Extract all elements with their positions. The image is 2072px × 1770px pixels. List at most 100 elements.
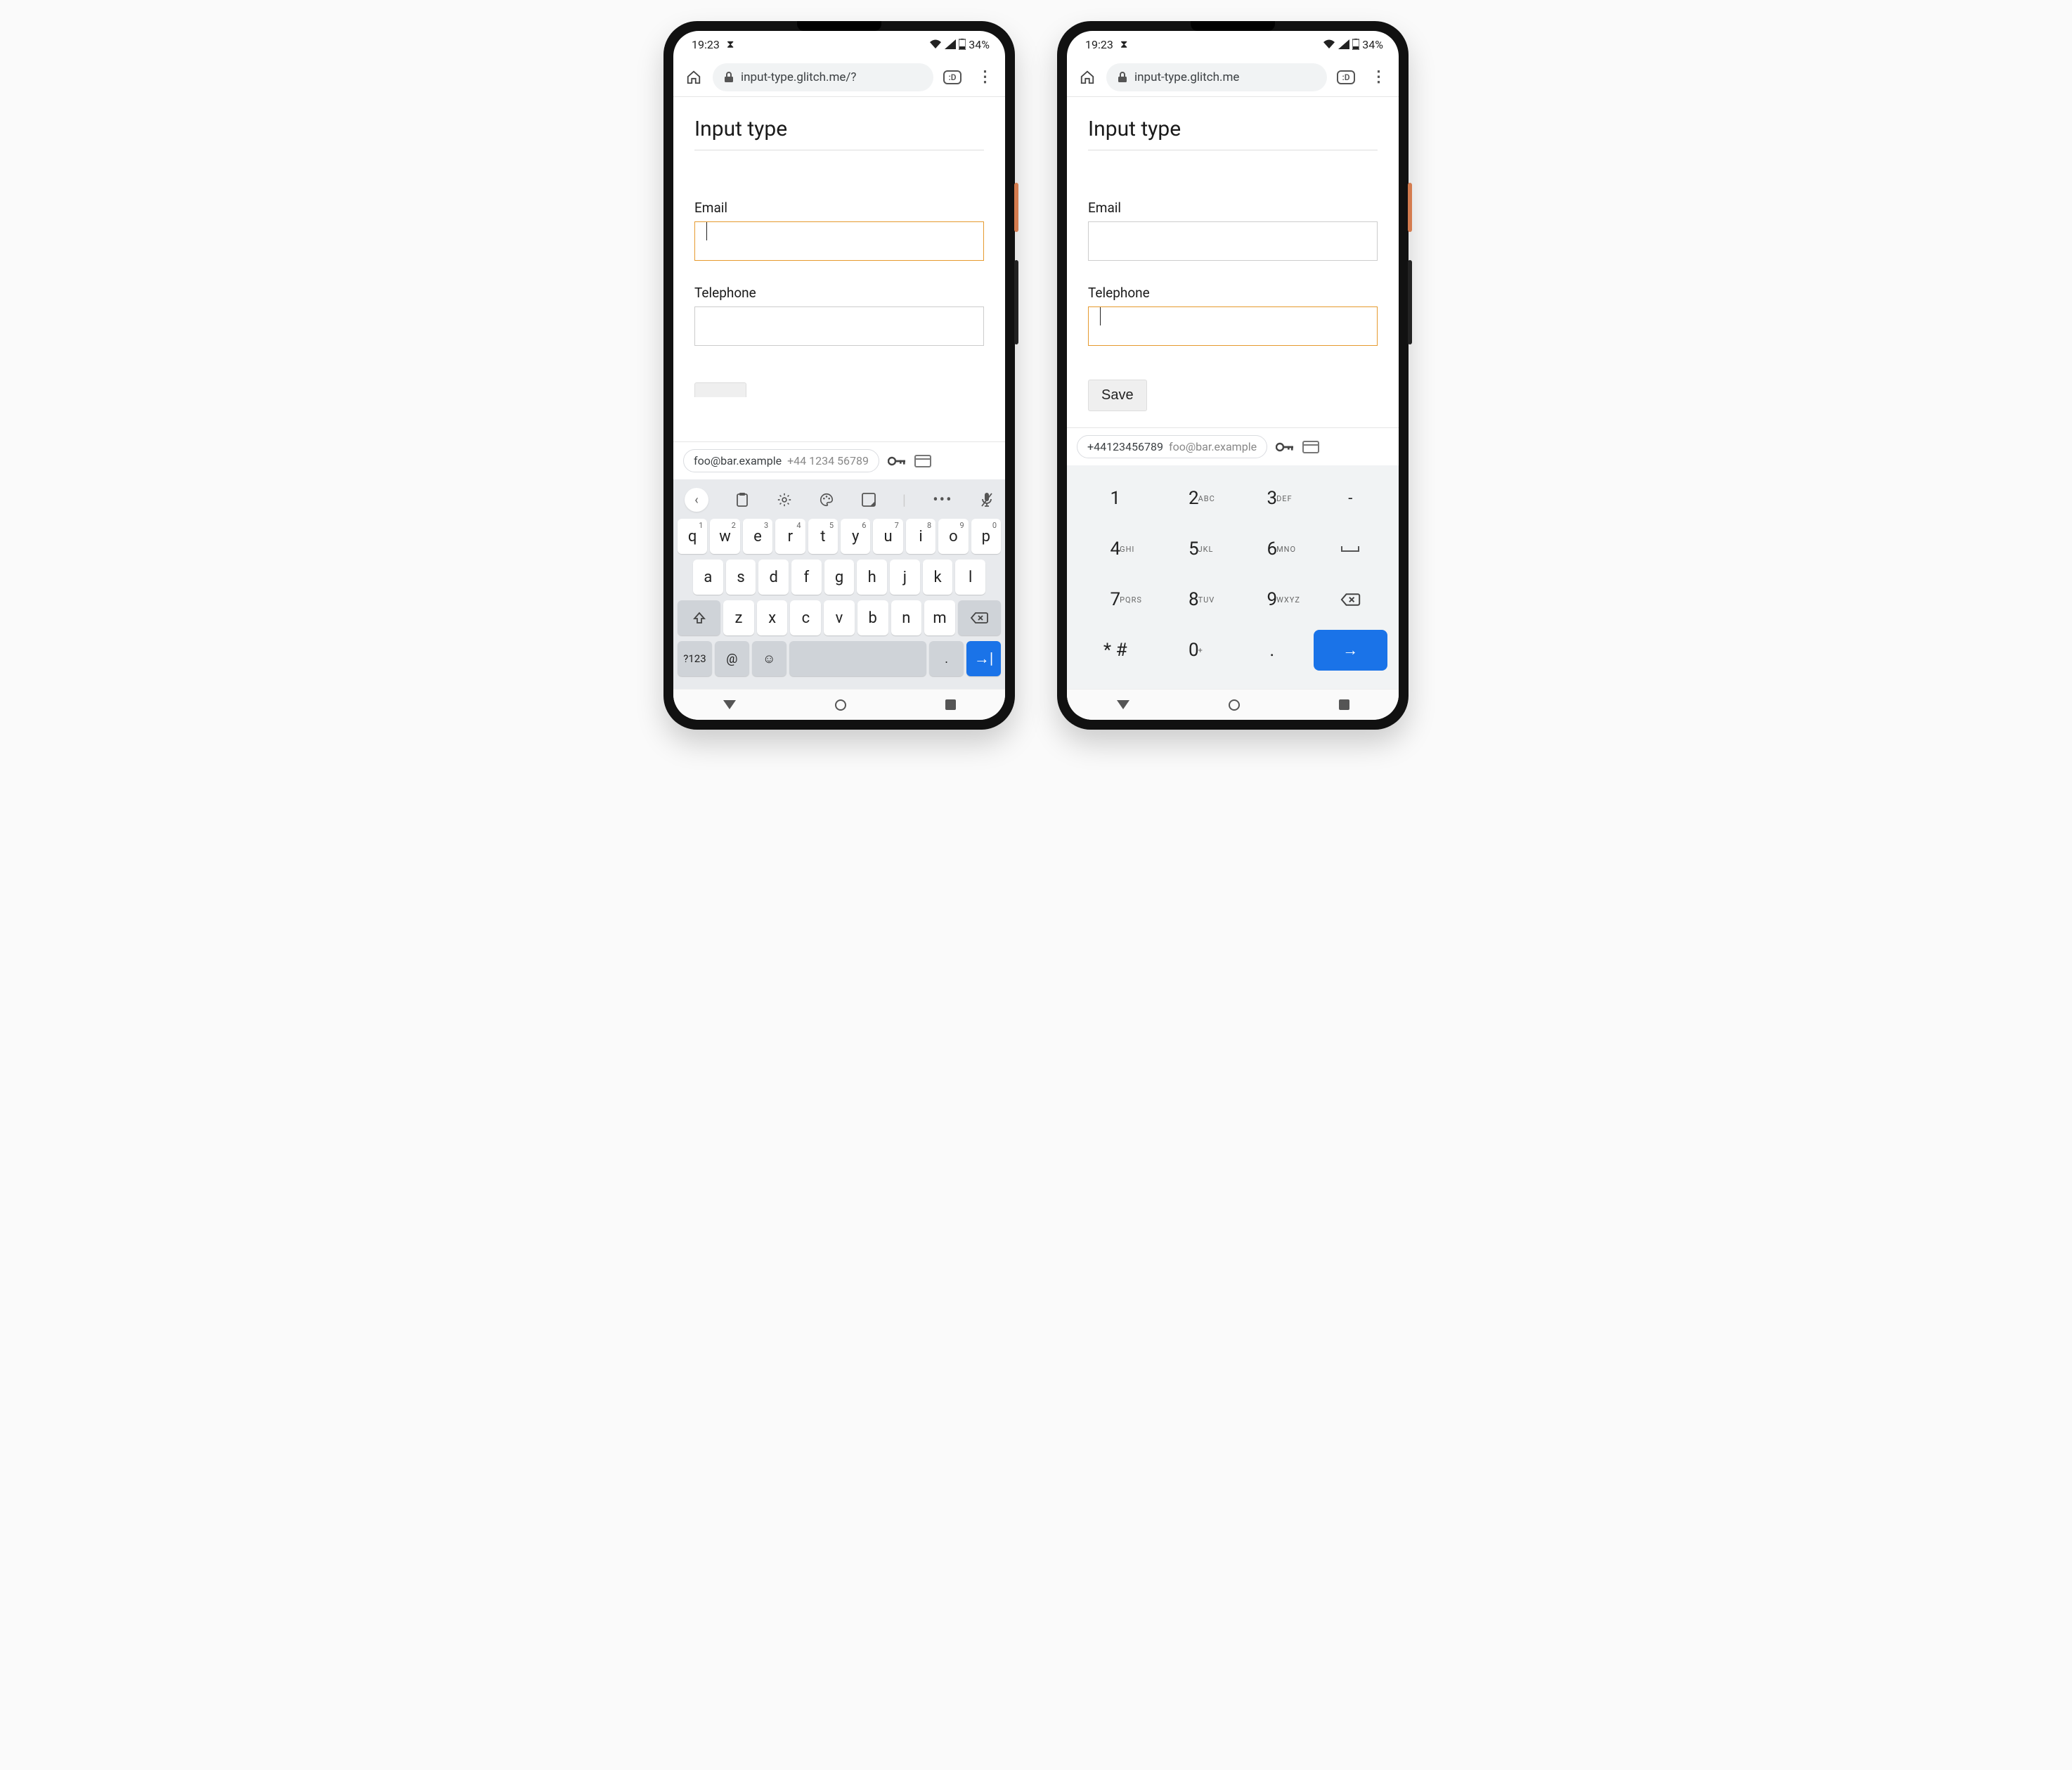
- email-input[interactable]: [1088, 221, 1378, 261]
- backspace-key[interactable]: [1314, 579, 1388, 620]
- letter-key[interactable]: f: [791, 560, 822, 595]
- enter-key[interactable]: →|: [966, 641, 1001, 676]
- nav-recents-icon[interactable]: [1339, 699, 1349, 710]
- letter-key[interactable]: n: [891, 600, 922, 635]
- nav-home-icon[interactable]: [1229, 699, 1240, 711]
- power-button: [1014, 183, 1018, 232]
- payment-card-icon[interactable]: [914, 455, 931, 467]
- enter-key[interactable]: →: [1314, 630, 1388, 671]
- autofill-suggestion[interactable]: +44123456789 foo@bar.example: [1077, 435, 1267, 458]
- letter-key[interactable]: a: [693, 560, 723, 595]
- letter-key[interactable]: o9: [938, 519, 968, 554]
- dialpad-row: 4GHI5JKL6MNO: [1078, 529, 1387, 569]
- android-navbar: [673, 689, 1005, 720]
- digit-key[interactable]: 2ABC: [1157, 478, 1231, 519]
- url-text: input-type.glitch.me: [1134, 70, 1239, 84]
- palette-icon[interactable]: [819, 492, 834, 508]
- keyboard-row-2: asdfghjkl: [678, 560, 1001, 595]
- letter-key[interactable]: v: [824, 600, 855, 635]
- letter-key[interactable]: i8: [906, 519, 935, 554]
- url-bar[interactable]: input-type.glitch.me/?: [713, 63, 933, 91]
- letter-key[interactable]: k: [923, 560, 953, 595]
- letter-key[interactable]: m: [924, 600, 955, 635]
- dialpad-row: 12ABC3DEF-: [1078, 478, 1387, 519]
- digit-key[interactable]: * #: [1078, 630, 1153, 671]
- clipboard-icon[interactable]: [735, 492, 749, 508]
- phone-mockup-left: 19:23 ⧗ 34%: [663, 21, 1015, 730]
- space-key[interactable]: [1314, 529, 1388, 569]
- letter-key[interactable]: y6: [841, 519, 870, 554]
- screen: 19:23 ⧗ 34% input-type.glitch.me :D ⋮ In…: [1067, 31, 1399, 720]
- letter-key[interactable]: h: [857, 560, 887, 595]
- digit-key[interactable]: 4GHI: [1078, 529, 1153, 569]
- keyboard-back-icon[interactable]: ‹: [685, 488, 708, 512]
- letter-key[interactable]: l: [955, 560, 985, 595]
- volume-button: [1408, 260, 1412, 344]
- url-bar[interactable]: input-type.glitch.me: [1106, 63, 1327, 91]
- clock: 19:23: [1085, 38, 1113, 51]
- nav-back-icon[interactable]: [1117, 700, 1129, 709]
- autofill-suggestion[interactable]: foo@bar.example +44 1234 56789: [683, 449, 879, 472]
- more-menu-button[interactable]: ⋮: [971, 64, 998, 91]
- letter-key[interactable]: e3: [743, 519, 772, 554]
- nav-recents-icon[interactable]: [945, 699, 956, 710]
- battery-percent: 34%: [1362, 38, 1383, 51]
- hourglass-icon: ⧗: [727, 38, 734, 51]
- keyboard-more-icon[interactable]: •••: [933, 491, 952, 509]
- telephone-input[interactable]: [694, 306, 984, 346]
- page-content: Input type Email Telephone: [673, 97, 1005, 441]
- letter-key[interactable]: c: [790, 600, 821, 635]
- backspace-key[interactable]: [958, 600, 1001, 635]
- digit-key[interactable]: 7PQRS: [1078, 579, 1153, 620]
- digit-key[interactable]: 8TUV: [1157, 579, 1231, 620]
- letter-key[interactable]: g: [824, 560, 855, 595]
- letter-key[interactable]: s: [726, 560, 756, 595]
- more-menu-button[interactable]: ⋮: [1365, 64, 1392, 91]
- digit-key[interactable]: 5JKL: [1157, 529, 1231, 569]
- letter-key[interactable]: u7: [873, 519, 902, 554]
- email-input[interactable]: [694, 221, 984, 261]
- letter-key[interactable]: b: [857, 600, 888, 635]
- telephone-input[interactable]: [1088, 306, 1378, 346]
- nav-back-icon[interactable]: [723, 700, 736, 709]
- digit-key[interactable]: 9WXYZ: [1235, 579, 1309, 620]
- password-key-icon[interactable]: [1276, 441, 1294, 453]
- shift-key[interactable]: [678, 600, 720, 635]
- home-icon[interactable]: [680, 64, 707, 91]
- space-key[interactable]: [789, 641, 927, 676]
- symbols-key[interactable]: ?123: [678, 641, 712, 676]
- email-field-group: Email: [694, 200, 984, 261]
- payment-card-icon[interactable]: [1302, 441, 1319, 453]
- page-content: Input type Email Telephone Save: [1067, 97, 1399, 427]
- letter-key[interactable]: p0: [971, 519, 1001, 554]
- digit-key[interactable]: -: [1314, 478, 1388, 519]
- digit-key[interactable]: 1: [1078, 478, 1153, 519]
- gear-icon[interactable]: [777, 492, 792, 508]
- letter-key[interactable]: j: [890, 560, 920, 595]
- save-button[interactable]: [694, 382, 746, 397]
- emoji-key[interactable]: ☺: [752, 641, 786, 676]
- period-key[interactable]: .: [929, 641, 964, 676]
- keyboard-row-1: q1w2e3r4t5y6u7i8o9p0: [678, 519, 1001, 554]
- digit-key[interactable]: 3DEF: [1235, 478, 1309, 519]
- letter-key[interactable]: z: [723, 600, 754, 635]
- letter-key[interactable]: q1: [678, 519, 707, 554]
- tab-count-button[interactable]: :D: [1333, 64, 1359, 91]
- nav-home-icon[interactable]: [835, 699, 846, 711]
- tab-count-button[interactable]: :D: [939, 64, 966, 91]
- letter-key[interactable]: x: [757, 600, 788, 635]
- password-key-icon[interactable]: [888, 456, 906, 467]
- digit-key[interactable]: 0+: [1157, 630, 1231, 671]
- sticker-icon[interactable]: [862, 493, 876, 507]
- mic-icon[interactable]: [980, 491, 994, 508]
- save-button[interactable]: Save: [1088, 380, 1147, 411]
- digit-key[interactable]: .: [1235, 630, 1309, 671]
- letter-key[interactable]: w2: [710, 519, 739, 554]
- telephone-field-group: Telephone: [1088, 285, 1378, 346]
- at-key[interactable]: @: [715, 641, 749, 676]
- letter-key[interactable]: r4: [775, 519, 805, 554]
- letter-key[interactable]: t5: [808, 519, 838, 554]
- digit-key[interactable]: 6MNO: [1235, 529, 1309, 569]
- home-icon[interactable]: [1074, 64, 1101, 91]
- letter-key[interactable]: d: [758, 560, 789, 595]
